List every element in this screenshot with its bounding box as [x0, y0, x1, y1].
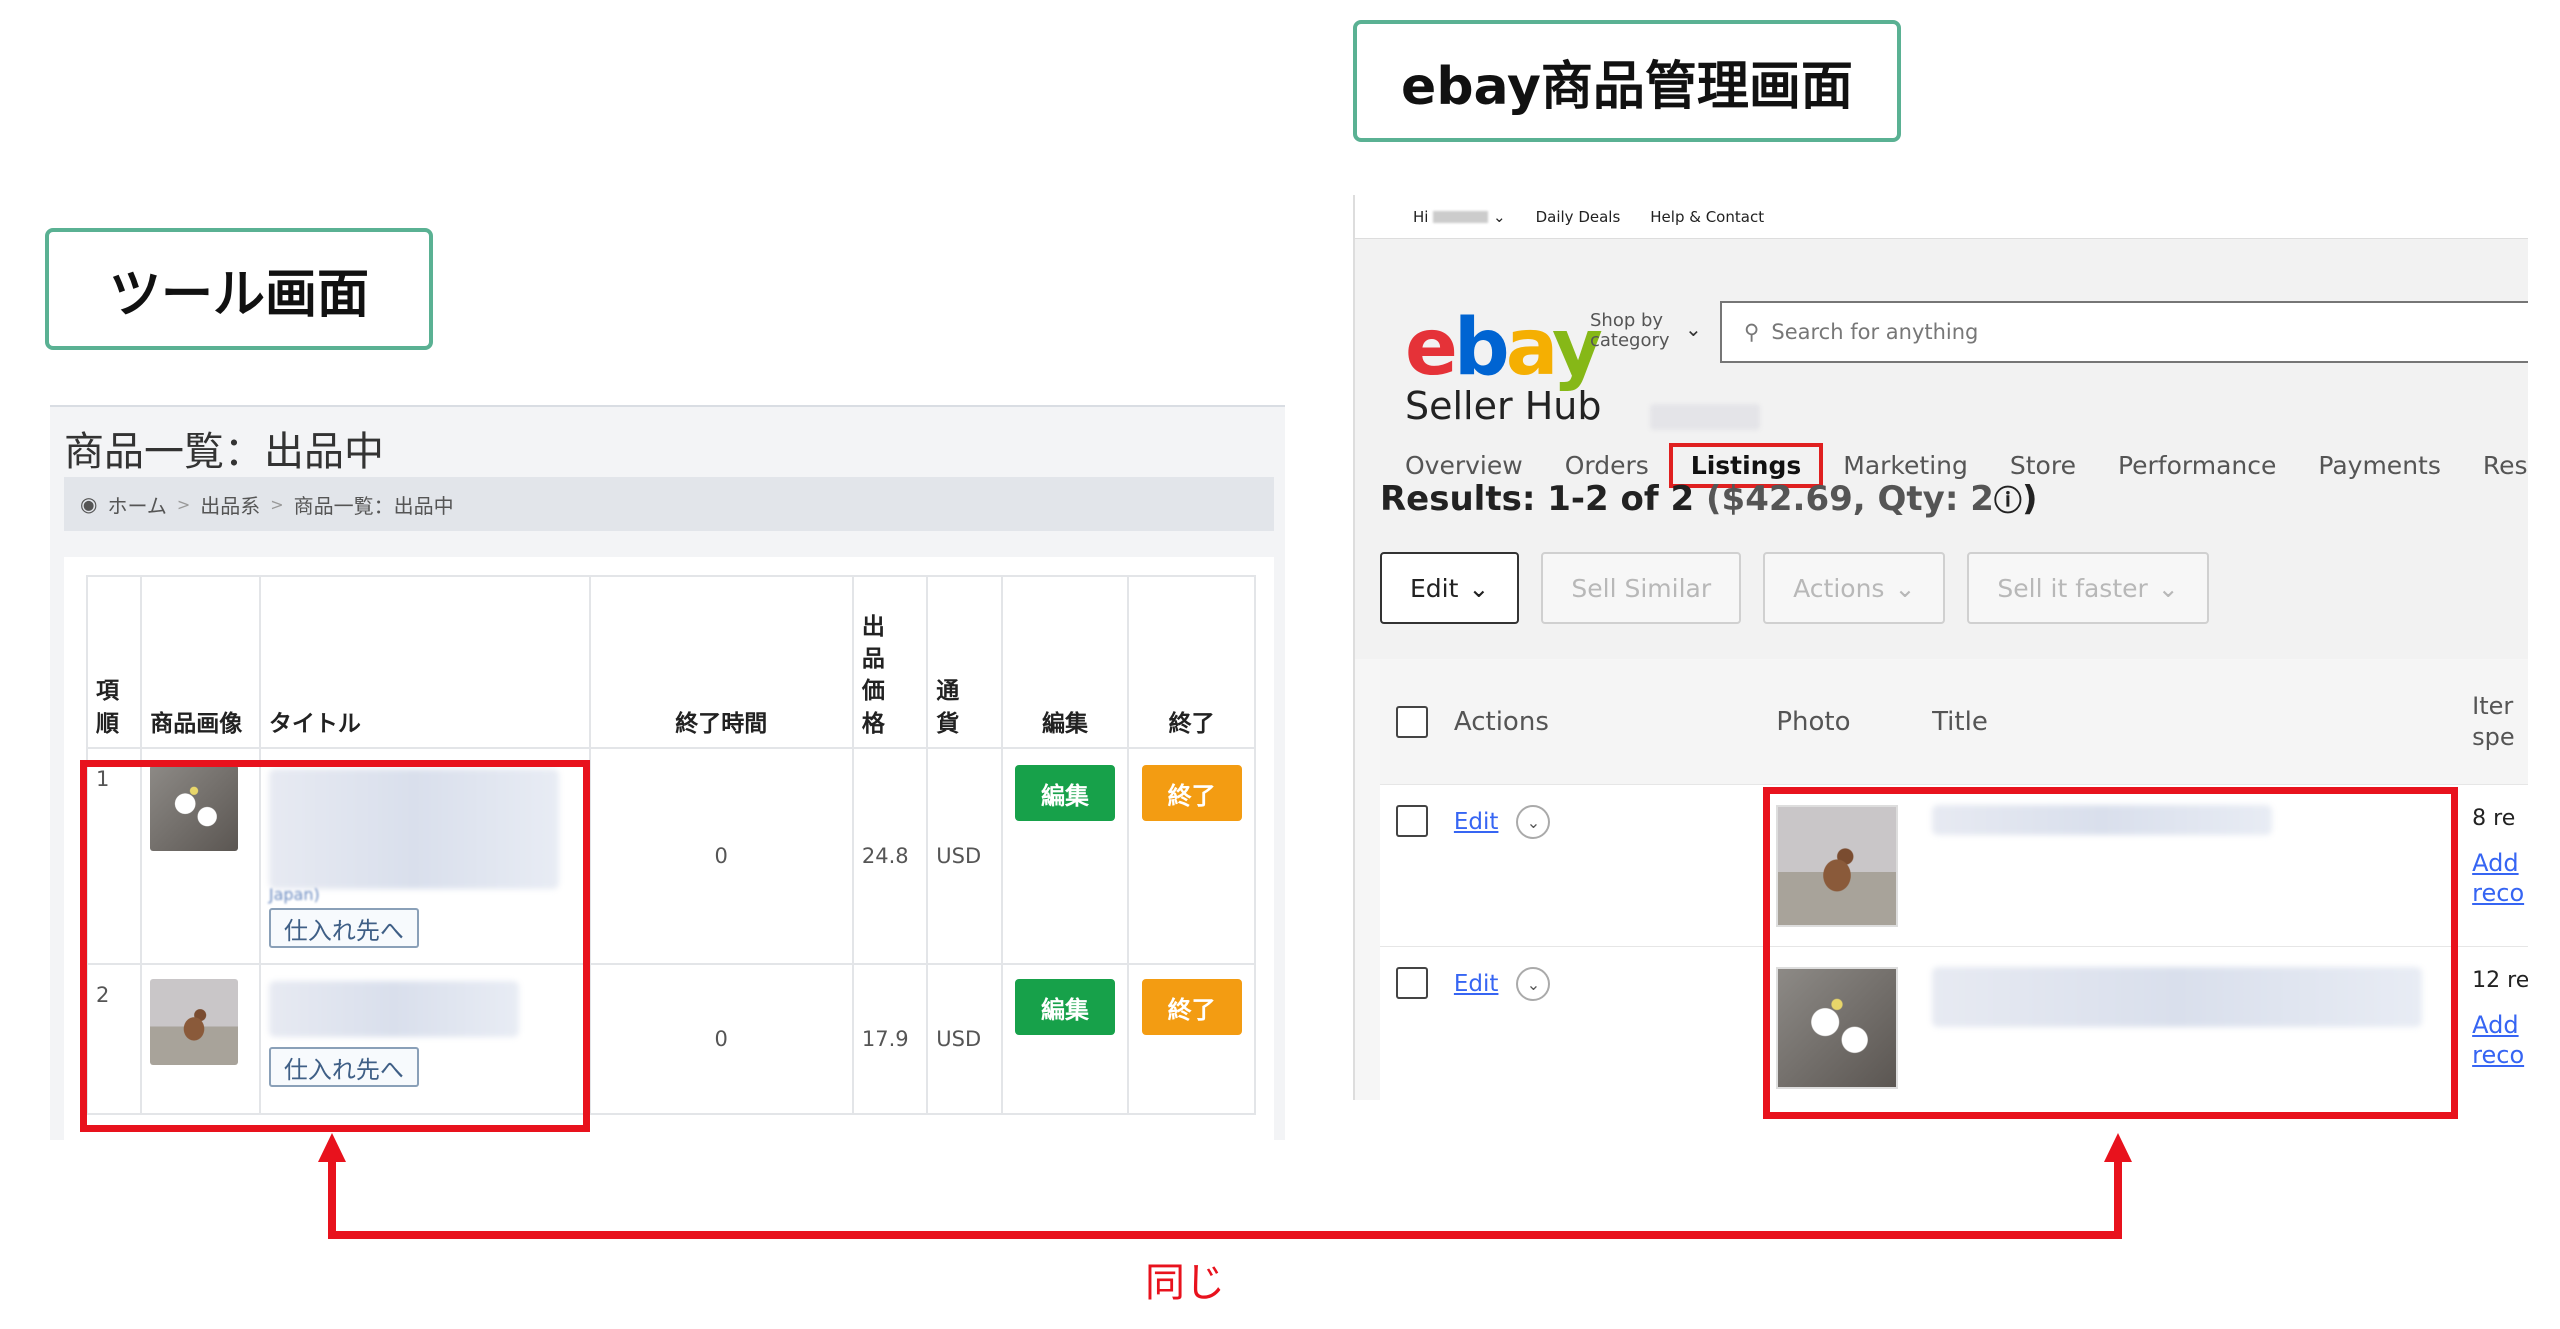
end-time-cell: 0	[588, 963, 854, 1115]
col-header-edit: 編集	[1000, 575, 1130, 749]
chevron-down-icon: ⌄	[2157, 573, 2179, 603]
table-header-row: Actions Photo Title Iter spe	[1380, 660, 2528, 785]
add-recommended-link-2[interactable]: reco	[2472, 878, 2528, 908]
help-contact-link[interactable]: Help & Contact	[1650, 208, 1764, 226]
seller-hub-title: Seller Hub	[1405, 384, 1602, 428]
chevron-down-icon: ⌄	[1468, 573, 1490, 603]
add-recommended-link-2[interactable]: reco	[2472, 1040, 2528, 1070]
col-header-item-specifics: Iter spe	[2472, 691, 2515, 751]
row-checkbox[interactable]	[1395, 805, 1428, 837]
results-count: Results: 1-2 of 2	[1380, 479, 1695, 519]
tab-store[interactable]: Store	[2010, 451, 2076, 480]
breadcrumb-separator: >	[176, 494, 191, 514]
item-specifics-count: 8 re	[2472, 806, 2516, 831]
row-checkbox[interactable]	[1395, 967, 1428, 999]
daily-deals-link[interactable]: Daily Deals	[1536, 208, 1621, 226]
end-time-cell: 0	[588, 747, 854, 965]
add-recommended-link[interactable]: Add	[2472, 848, 2528, 878]
seller-hub-tabs: Overview Orders Listings Marketing Store…	[1405, 443, 2528, 488]
breadcrumb-separator: >	[270, 494, 284, 514]
info-icon[interactable]: ⓘ	[1994, 484, 2022, 517]
col-header-order: 項順	[96, 678, 119, 737]
ebay-highlight-box	[1763, 787, 2458, 1119]
dashboard-icon: ◉	[80, 492, 98, 516]
col-header-actions: Actions	[1453, 707, 1549, 737]
results-summary: Results: 1-2 of 2 ($42.69, Qty: 2ⓘ)	[1380, 479, 2038, 519]
breadcrumb-current: 商品一覧：出品中	[293, 493, 454, 518]
bulk-actions-bar: Edit ⌄ Sell Similar Actions ⌄ Sell it fast…	[1380, 552, 2209, 624]
page-title: 商品一覧：出品中	[64, 429, 384, 475]
sell-faster-dropdown-button[interactable]: Sell it faster ⌄	[1967, 552, 2209, 624]
search-icon: ⚲	[1744, 320, 1760, 344]
chevron-down-icon[interactable]: ⌄	[1516, 967, 1551, 1001]
ebay-top-bar: Hi ⌄ Daily Deals Help & Contact	[1355, 195, 2528, 239]
select-all-checkbox[interactable]	[1395, 706, 1428, 738]
tab-overview[interactable]: Overview	[1405, 451, 1523, 480]
col-header-end-time: 終了時間	[588, 575, 854, 749]
chevron-down-icon[interactable]: ⌄	[1516, 805, 1551, 839]
same-label: 同じ	[1145, 1260, 1225, 1306]
breadcrumb-home[interactable]: ホーム	[107, 490, 166, 519]
add-recommended-link[interactable]: Add	[2472, 1010, 2528, 1040]
col-header-image: 商品画像	[140, 575, 261, 749]
currency-cell: USD	[926, 747, 1003, 965]
chevron-down-icon: ⌄	[1493, 207, 1506, 226]
search-input[interactable]: ⚲ Search for anything	[1720, 301, 2528, 363]
shop-by-category[interactable]: Shop by category	[1590, 311, 1670, 351]
sell-similar-button[interactable]: Sell Similar	[1541, 552, 1742, 624]
tool-highlight-box	[80, 760, 590, 1132]
results-total: ($42.69, Qty: 2	[1706, 479, 1994, 519]
blurred-username	[1650, 404, 1760, 430]
tab-orders[interactable]: Orders	[1565, 451, 1649, 480]
end-button[interactable]: 終了	[1141, 765, 1242, 821]
col-header-currency: 通貨	[936, 678, 960, 737]
tab-marketing[interactable]: Marketing	[1843, 451, 1968, 480]
col-header-title: Title	[1932, 707, 1988, 737]
chevron-down-icon: ⌄	[1894, 573, 1916, 603]
actions-dropdown-button[interactable]: Actions ⌄	[1763, 552, 1946, 624]
edit-link[interactable]: Edit	[1454, 971, 1499, 997]
tab-performance[interactable]: Performance	[2118, 451, 2276, 480]
end-button[interactable]: 終了	[1141, 979, 1242, 1035]
col-header-price: 出品価格	[861, 613, 885, 737]
currency-cell: USD	[926, 963, 1003, 1115]
price-cell: 24.8	[851, 747, 929, 965]
chevron-down-icon[interactable]: ⌄	[1685, 317, 1702, 341]
greeting[interactable]: Hi ⌄	[1413, 208, 1506, 226]
breadcrumb: ◉ ホーム > 出品系 > 商品一覧：出品中	[64, 477, 1274, 531]
col-header-photo: Photo	[1776, 707, 1851, 737]
price-cell: 17.9	[851, 963, 929, 1115]
col-header-end: 終了	[1127, 575, 1256, 749]
tab-research[interactable]: Res	[2483, 451, 2528, 480]
search-placeholder: Search for anything	[1771, 320, 1979, 344]
breadcrumb-listing[interactable]: 出品系	[200, 490, 260, 519]
table-header-row: 項順 商品画像 タイトル 終了時間 出品価格 通貨 編集 終了	[85, 575, 1256, 749]
col-header-title: タイトル	[258, 575, 591, 749]
tool-screen-label: ツール画面	[45, 228, 433, 350]
ebay-logo[interactable]: ebay	[1405, 303, 1603, 393]
item-specifics-count: 12 re	[2472, 968, 2528, 993]
tab-payments[interactable]: Payments	[2318, 451, 2440, 480]
edit-link[interactable]: Edit	[1454, 809, 1499, 835]
edit-button[interactable]: 編集	[1014, 765, 1115, 821]
edit-dropdown-button[interactable]: Edit ⌄	[1380, 552, 1520, 624]
ebay-screen-label: ebay商品管理画面	[1353, 20, 1901, 142]
edit-button[interactable]: 編集	[1014, 979, 1115, 1035]
